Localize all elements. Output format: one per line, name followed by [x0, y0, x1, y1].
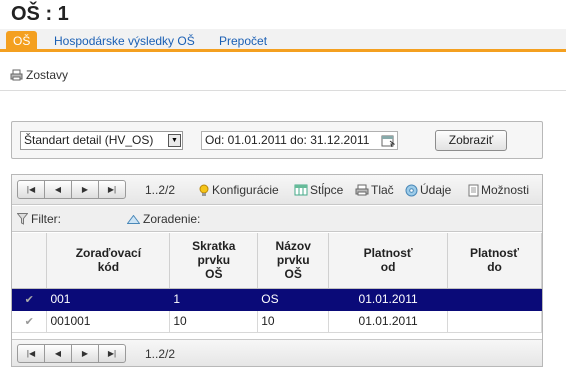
- options-button[interactable]: Možnosti: [468, 183, 529, 197]
- pager: |◀ ◀ ▶ ▶|: [17, 180, 126, 199]
- last-page-icon: ▶|: [107, 185, 117, 194]
- date-range-field[interactable]: Od: 01.01.2011 do: 31.12.2011: [201, 131, 398, 150]
- options-label: Možnosti: [481, 183, 530, 197]
- filter-label: Filter:: [31, 212, 61, 226]
- cell-valid-to: [447, 288, 542, 311]
- printer-icon: [10, 69, 23, 81]
- checkmark-icon[interactable]: ✔: [12, 310, 48, 333]
- grid-toolbar: |◀ ◀ ▶ ▶| 1..2/2 Konfigurácie Stĺpce Tla…: [12, 175, 542, 205]
- document-icon: [468, 184, 479, 196]
- columns-button[interactable]: Stĺpce: [294, 183, 343, 197]
- cell-name: 10: [257, 310, 330, 333]
- grid-bottom-bar: |◀ ◀ ▶ ▶| 1..2/2: [12, 339, 542, 366]
- configurations-button[interactable]: Konfigurácie: [198, 183, 279, 197]
- data-grid: |◀ ◀ ▶ ▶| 1..2/2 Konfigurácie Stĺpce Tla…: [11, 174, 543, 367]
- sub-toolbar: Zostavy: [0, 55, 566, 91]
- calendar-icon[interactable]: [381, 134, 395, 147]
- sort-label: Zoradenie:: [143, 212, 201, 226]
- tab-recalculation[interactable]: Prepočet: [212, 32, 274, 52]
- print-button[interactable]: Tlač: [355, 183, 394, 197]
- next-page-icon: ▶: [81, 349, 89, 358]
- last-page-icon: ▶|: [107, 349, 117, 358]
- column-header-short-name[interactable]: Skratka prvku OŠ: [169, 233, 259, 289]
- columns-label: Stĺpce: [310, 183, 344, 197]
- last-page-button[interactable]: ▶|: [98, 180, 126, 199]
- show-button[interactable]: Zobraziť: [435, 130, 507, 151]
- first-page-icon: |◀: [26, 349, 36, 358]
- bottom-pager: |◀ ◀ ▶ ▶|: [17, 344, 126, 363]
- tab-bar: OŠ Hospodárske výsledky OŠ Prepočet: [0, 29, 566, 52]
- column-header-name[interactable]: Názov prvku OŠ: [257, 233, 330, 289]
- cell-sort-code: 001: [46, 288, 171, 311]
- column-header-sort-code[interactable]: Zoraďovací kód: [46, 233, 171, 289]
- prev-page-button[interactable]: ◀: [44, 344, 72, 363]
- cell-short-name: 1: [169, 288, 259, 311]
- columns-icon: [294, 184, 308, 196]
- cell-valid-to: [447, 310, 542, 333]
- filter-panel: Štandart detail (HV_OS) ▼ Od: 01.01.2011…: [11, 121, 543, 159]
- cell-valid-from: 01.01.2011: [328, 288, 449, 311]
- reports-label: Zostavy: [26, 68, 69, 82]
- data-label: Údaje: [420, 183, 452, 197]
- page-title: OŠ : 1: [11, 3, 69, 25]
- last-page-button[interactable]: ▶|: [98, 344, 126, 363]
- print-label: Tlač: [371, 183, 394, 197]
- cell-name: OS: [257, 288, 330, 311]
- table-row[interactable]: ✔ 001 1 OS 01.01.2011: [12, 288, 542, 311]
- cell-short-name: 10: [169, 310, 259, 333]
- reports-button[interactable]: Zostavy: [10, 68, 68, 82]
- disc-icon: [405, 184, 418, 196]
- bottom-page-info: 1..2/2: [145, 347, 176, 361]
- prev-page-icon: ◀: [54, 185, 62, 194]
- next-page-button[interactable]: ▶: [71, 344, 99, 363]
- column-header-select: [12, 233, 48, 289]
- printer-icon: [355, 184, 369, 196]
- prev-page-icon: ◀: [54, 349, 62, 358]
- column-header-valid-to[interactable]: Platnosť do: [447, 233, 542, 289]
- cell-valid-from: 01.01.2011: [328, 310, 449, 333]
- first-page-button[interactable]: |◀: [17, 344, 45, 363]
- filter-button[interactable]: Filter:: [17, 212, 61, 226]
- table-row[interactable]: ✔ 001001 10 10 01.01.2011: [12, 310, 542, 333]
- triangle-up-icon: [127, 214, 140, 224]
- first-page-button[interactable]: |◀: [17, 180, 45, 199]
- configurations-label: Konfigurácie: [212, 183, 279, 197]
- view-select-value: Štandart detail (HV_OS): [24, 133, 154, 147]
- sort-button[interactable]: Zoradenie:: [127, 212, 200, 226]
- table-header-row: Zoraďovací kód Skratka prvku OŠ Názov prvku O…: [12, 233, 542, 289]
- tab-os[interactable]: OŠ: [6, 31, 38, 52]
- filter-sort-row: Filter: Zoradenie:: [12, 206, 542, 232]
- lightbulb-icon: [199, 184, 209, 196]
- data-button[interactable]: Údaje: [405, 183, 451, 197]
- funnel-icon: [17, 213, 28, 225]
- next-page-icon: ▶: [81, 185, 89, 194]
- page-info: 1..2/2: [145, 183, 176, 197]
- column-header-valid-from[interactable]: Platnosť od: [328, 233, 449, 289]
- tab-economic-results[interactable]: Hospodárske výsledky OŠ: [47, 32, 202, 52]
- date-range-value: Od: 01.01.2011 do: 31.12.2011: [205, 133, 370, 147]
- checkmark-icon[interactable]: ✔: [12, 288, 48, 311]
- data-table: Zoraďovací kód Skratka prvku OŠ Názov prvku O…: [12, 233, 542, 333]
- chevron-down-icon[interactable]: ▼: [168, 134, 181, 147]
- cell-sort-code: 001001: [46, 310, 171, 333]
- prev-page-button[interactable]: ◀: [44, 180, 72, 199]
- view-select[interactable]: Štandart detail (HV_OS) ▼: [20, 131, 183, 150]
- next-page-button[interactable]: ▶: [71, 180, 99, 199]
- first-page-icon: |◀: [26, 185, 36, 194]
